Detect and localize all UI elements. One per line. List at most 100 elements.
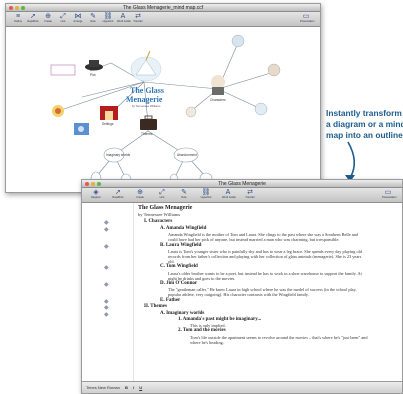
toolbar-button-link[interactable]: ⤢ Link (156, 189, 168, 201)
toolbar-label: Create (136, 196, 144, 199)
character-portrait[interactable] (254, 102, 268, 116)
mind-map-diagram: Plot The Glass Menagerie by Tennessee Wi… (50, 34, 281, 187)
note-marker-icon[interactable]: ◆ (104, 219, 109, 226)
toolbar-button-word-guide[interactable]: A Word Guide (222, 189, 236, 201)
toolbar-label: Arrange (73, 20, 83, 23)
note-marker-icon[interactable]: ◆ (104, 264, 109, 271)
toolbar-icon: ⊕ (45, 13, 51, 20)
toolbar-label: Hyperlink (200, 196, 212, 199)
note-marker-icon[interactable]: ◆ (104, 281, 109, 288)
swirl-icon[interactable] (52, 105, 64, 117)
topic-note-text[interactable]: where he's heading. (190, 340, 224, 345)
window-title: The Glass Menagerie_mind map.ccf (122, 5, 204, 11)
outline-subtitle[interactable]: by Tennessee Williams (138, 212, 180, 217)
toolbar-icon: ➚ (115, 189, 121, 196)
toolbar-icon: ⋈ (74, 13, 82, 20)
toolbar-button-note[interactable]: ✎ Note (87, 13, 99, 25)
toolbar-button-transfer[interactable]: ⇄ Transfer (132, 13, 144, 25)
suitcase-icon[interactable] (140, 115, 157, 130)
unicorn-icon[interactable] (130, 50, 162, 82)
toolbar-button-note[interactable]: ✎ Note (178, 189, 190, 201)
toolbar-label: Presentation (382, 196, 397, 199)
toolbar-icon: ⛓ (201, 189, 211, 196)
toolbar-button-hyperlink[interactable]: ⛓ Hyperlink (200, 189, 212, 201)
toolbar-label: Diagram (91, 196, 101, 199)
character-portrait[interactable] (267, 63, 281, 77)
characters-icon[interactable] (211, 75, 225, 95)
toolbar-icon: A (120, 13, 126, 20)
note-marker-icon[interactable]: ◆ (104, 243, 109, 250)
outline-topic[interactable]: II. Themes (144, 304, 167, 310)
central-topic-line-1[interactable]: The Glass (130, 86, 164, 95)
font-selector[interactable]: Times New Roman (86, 385, 120, 390)
toolbar-button-transfer[interactable]: ⇄ Transfer (244, 189, 256, 201)
outline-topic[interactable]: E. Father (160, 298, 180, 304)
character-portrait[interactable] (185, 106, 197, 118)
toolbar-button-rapidfire[interactable]: ➚ RapidFire (27, 13, 39, 25)
toolbar-icon: ✎ (181, 189, 187, 196)
toolbar-label: Transfer (245, 196, 255, 199)
toolbar-button-create[interactable]: ⊕ Create (134, 189, 146, 201)
toolbar-button-outline[interactable]: ≡ Outline (12, 13, 24, 25)
topic-note-text[interactable]: popular athlete, very outgoing). His cha… (168, 292, 309, 297)
toolbar-icon: ⛓ (103, 13, 113, 20)
outline-topic[interactable]: A. Amanda Wingfield (160, 226, 206, 232)
node-box[interactable] (50, 64, 76, 76)
toolbar-button-presentation[interactable]: ▭ Presentation (300, 13, 315, 25)
outline-view[interactable]: ◆ ◆ ◆ ◆ ◆ ◆ ◆ ◆ The Glass Menagerie by Tennesse… (82, 203, 402, 381)
themes-label: Themes (141, 132, 153, 136)
plot-image-icon[interactable] (85, 60, 103, 71)
theater-icon[interactable] (100, 106, 118, 120)
toolbar-button-presentation[interactable]: ▭ Presentation (382, 189, 397, 201)
note-marker-icon[interactable]: ◆ (104, 304, 109, 311)
record-icon[interactable] (74, 123, 89, 135)
outline-topic[interactable]: 2. Tom and the movies (178, 328, 226, 334)
topic-note-text[interactable]: records from her father's collection and… (168, 254, 361, 259)
toolbar-button-hyperlink[interactable]: ⛓ Hyperlink (102, 13, 114, 25)
underline-button[interactable]: U (139, 382, 142, 393)
toolbar-icon: ⤢ (60, 13, 66, 20)
toolbar-button-link[interactable]: ⤢ Link (57, 13, 69, 25)
italic-button[interactable]: I (133, 382, 134, 393)
toolbar-button-create[interactable]: ⊕ Create (42, 13, 54, 25)
central-subtitle: by Tennessee Williams (132, 104, 161, 108)
outline-topic[interactable]: D. Jim O'Connor (160, 281, 197, 287)
toolbar-label: Create (44, 20, 52, 23)
toolbar-label: Link (60, 20, 66, 23)
outline-topic[interactable]: C. Tom Wingfield (160, 264, 198, 270)
title-bar[interactable]: The Glass Menagerie_mind map.ccf (6, 4, 320, 12)
note-marker-icon[interactable]: ◆ (104, 226, 109, 233)
mind-map-canvas[interactable]: Plot The Glass Menagerie by Tennessee Wi… (6, 27, 320, 192)
toolbar-label: Note (90, 20, 96, 23)
toolbar-icon: ⤢ (159, 189, 165, 196)
characters-label: Characters (210, 98, 226, 102)
toolbar-label: Hyperlink (102, 20, 114, 23)
toolbar-icon: ▭ (302, 13, 310, 20)
outline-gutter: ◆ ◆ ◆ ◆ ◆ ◆ ◆ ◆ (82, 203, 134, 381)
toolbar-button-rapidfire[interactable]: ➚ RapidFire (112, 189, 124, 201)
toolbar-label: Presentation (300, 20, 315, 23)
toolbar: ◈ Diagram ➚ RapidFire ⊕ Create ⤢ Link ✎ Note ⛓ Hype… (82, 188, 402, 203)
abandonment-label: Abandonment (177, 153, 197, 157)
toolbar-label: Note (181, 196, 187, 199)
bold-button[interactable]: B (125, 382, 128, 393)
toolbar-label: Word Guide (117, 20, 131, 23)
outline-topic[interactable]: I. Characters (144, 219, 172, 225)
central-topic-line-2[interactable]: Menagerie (126, 95, 163, 104)
toolbar-button-diagram[interactable]: ◈ Diagram (90, 189, 102, 201)
title-bar[interactable]: The Glass Menagerie (82, 180, 402, 188)
toolbar-button-arrange[interactable]: ⋈ Arrange (72, 13, 84, 25)
toolbar-button-word-guide[interactable]: A Word Guide (117, 13, 131, 25)
toolbar-icon: ≡ (15, 13, 21, 20)
outline-window: The Glass Menagerie ◈ Diagram ➚ RapidFire ⊕ C… (81, 179, 403, 394)
note-marker-icon[interactable]: ◆ (104, 311, 109, 318)
outline-topic[interactable]: 1. Amanda's past might be imaginary... (178, 317, 261, 323)
character-portrait[interactable] (231, 34, 245, 48)
outline-topic[interactable]: A. Imaginary worlds (160, 311, 204, 317)
outline-title[interactable]: The Glass Menagerie (138, 205, 192, 211)
settings-label: Settings (102, 122, 114, 126)
toolbar-icon: ⊕ (137, 189, 143, 196)
callout-line-2: a diagram or a mind (326, 119, 403, 129)
format-bar: Times New Roman B I U (82, 381, 402, 393)
outline-topic[interactable]: B. Laura Wingfield (160, 243, 201, 249)
